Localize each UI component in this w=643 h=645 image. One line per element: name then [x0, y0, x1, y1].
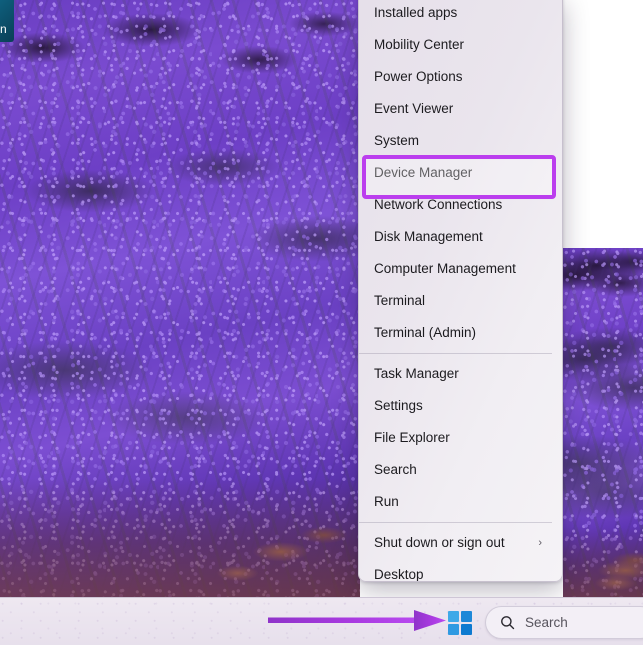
menu-group-session: Shut down or sign out › Desktop — [359, 527, 562, 582]
menu-separator-2 — [359, 522, 552, 523]
menu-item-label: Power Options — [374, 61, 550, 93]
search-box[interactable]: Search — [485, 606, 643, 639]
search-input[interactable]: Search — [525, 615, 568, 630]
taskbar: Search — [0, 597, 643, 645]
menu-item-run[interactable]: Run — [359, 486, 562, 518]
menu-item-label: Mobility Center — [374, 29, 550, 61]
menu-item-search[interactable]: Search — [359, 454, 562, 486]
menu-item-terminal-admin[interactable]: Terminal (Admin) — [359, 317, 562, 349]
menu-item-power-options[interactable]: Power Options — [359, 61, 562, 93]
menu-item-label: Computer Management — [374, 253, 550, 285]
menu-item-shut-down-or-sign-out[interactable]: Shut down or sign out › — [359, 527, 562, 559]
start-button[interactable] — [446, 609, 474, 637]
menu-item-system[interactable]: System — [359, 125, 562, 157]
menu-item-label: Event Viewer — [374, 93, 550, 125]
menu-separator-1 — [359, 353, 552, 354]
menu-item-label: Installed apps — [374, 0, 550, 29]
menu-item-task-manager[interactable]: Task Manager — [359, 358, 562, 390]
windows-logo-icon — [448, 611, 472, 635]
menu-item-file-explorer[interactable]: File Explorer — [359, 422, 562, 454]
menu-item-event-viewer[interactable]: Event Viewer — [359, 93, 562, 125]
menu-item-label: Run — [374, 486, 550, 518]
menu-item-computer-management[interactable]: Computer Management — [359, 253, 562, 285]
screen: n Installed apps Mobility Center Power O… — [0, 0, 643, 645]
menu-item-disk-management[interactable]: Disk Management — [359, 221, 562, 253]
desktop-wallpaper-right — [563, 248, 643, 597]
menu-item-label: Disk Management — [374, 221, 550, 253]
menu-item-label: Task Manager — [374, 358, 550, 390]
menu-item-label: Device Manager — [374, 157, 550, 189]
menu-item-mobility-center[interactable]: Mobility Center — [359, 29, 562, 61]
search-icon — [500, 615, 515, 630]
menu-item-label: System — [374, 125, 550, 157]
menu-item-settings[interactable]: Settings — [359, 390, 562, 422]
menu-item-label: Settings — [374, 390, 550, 422]
corner-window-text: n — [0, 21, 12, 37]
menu-item-label: File Explorer — [374, 422, 550, 454]
menu-item-label: Terminal (Admin) — [374, 317, 550, 349]
menu-item-label: Network Connections — [374, 189, 550, 221]
winx-context-menu[interactable]: Installed apps Mobility Center Power Opt… — [358, 0, 563, 582]
menu-group-tools: Task Manager Settings File Explorer Sear… — [359, 358, 562, 518]
menu-item-desktop[interactable]: Desktop — [359, 559, 562, 582]
chevron-right-icon: › — [538, 527, 550, 559]
menu-item-device-manager[interactable]: Device Manager — [359, 157, 562, 189]
menu-item-label: Search — [374, 454, 550, 486]
menu-item-label: Shut down or sign out — [374, 527, 538, 559]
menu-item-terminal[interactable]: Terminal — [359, 285, 562, 317]
menu-item-network-connections[interactable]: Network Connections — [359, 189, 562, 221]
menu-item-label: Terminal — [374, 285, 550, 317]
menu-group-system: Installed apps Mobility Center Power Opt… — [359, 0, 562, 349]
menu-item-installed-apps[interactable]: Installed apps — [359, 0, 562, 29]
white-background-panel — [563, 0, 643, 248]
menu-item-label: Desktop — [374, 559, 550, 582]
desktop-wallpaper-left — [0, 0, 360, 597]
